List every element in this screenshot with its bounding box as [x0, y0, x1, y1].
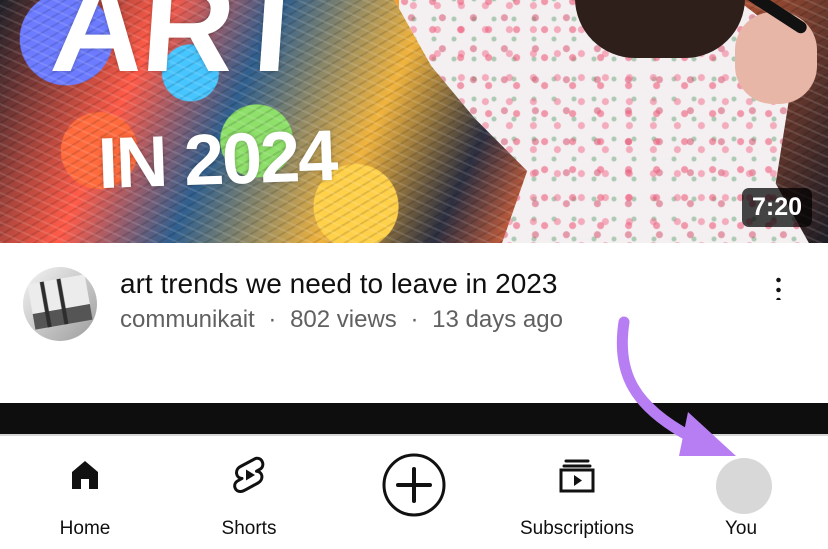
you-avatar-placeholder: [716, 458, 772, 514]
home-icon: [64, 454, 106, 496]
nav-you[interactable]: You: [666, 454, 816, 540]
video-details-row[interactable]: art trends we need to leave in 2023 comm…: [0, 243, 828, 403]
nav-shorts[interactable]: Shorts: [174, 454, 324, 540]
more-options-button[interactable]: [762, 271, 794, 303]
thumbnail-title-year: IN 2024: [96, 115, 338, 205]
subscriptions-icon: [556, 454, 598, 496]
view-count: 802 views: [290, 306, 397, 333]
video-title[interactable]: art trends we need to leave in 2023: [120, 267, 730, 301]
bottom-navigation: Home Shorts Subscriptions You: [0, 434, 828, 549]
metadata-separator: ·: [410, 306, 419, 333]
upload-age: 13 days ago: [432, 306, 563, 333]
thumbnail-title-art: ART: [47, 0, 315, 99]
nav-shorts-label: Shorts: [221, 518, 277, 539]
shorts-icon: [228, 454, 270, 496]
more-vertical-icon: [775, 274, 781, 300]
nav-subscriptions[interactable]: Subscriptions: [502, 454, 652, 540]
metadata-separator: ·: [268, 306, 277, 333]
next-video-preview[interactable]: [0, 403, 828, 434]
create-plus-icon: [381, 452, 447, 518]
video-metadata: communikait · 802 views · 13 days ago: [120, 304, 563, 335]
nav-create-button[interactable]: [339, 452, 489, 540]
channel-name[interactable]: communikait: [120, 306, 255, 333]
nav-you-label: You: [724, 518, 758, 539]
nav-home-label: Home: [59, 518, 111, 539]
channel-avatar[interactable]: [23, 267, 97, 341]
video-duration-badge: 7:20: [742, 188, 812, 227]
youtube-mobile-screen: ART IN 2024 7:20 art trends we need to l…: [0, 0, 828, 549]
nav-subscriptions-label: Subscriptions: [519, 518, 635, 539]
video-thumbnail[interactable]: ART IN 2024 7:20: [0, 0, 828, 243]
nav-home[interactable]: Home: [10, 454, 160, 540]
